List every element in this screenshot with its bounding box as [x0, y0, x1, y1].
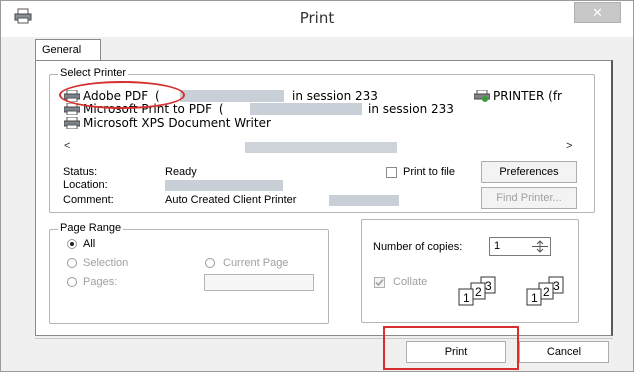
printer-item-network-printer[interactable]: PRINTER (fr [474, 89, 562, 103]
network-printer-icon [474, 90, 490, 102]
printer-session: in session 233 [292, 89, 378, 103]
highlight-oval [59, 81, 185, 109]
radio-all-label: All [83, 238, 96, 250]
printer-prefix: ( [218, 102, 224, 116]
highlight-rectangle [383, 326, 519, 370]
preferences-button[interactable]: Preferences [481, 161, 577, 183]
copies-value: 1 [494, 240, 501, 252]
location-label: Location: [63, 179, 108, 191]
svg-text:1: 1 [463, 291, 470, 305]
copies-spinner[interactable]: 1 [489, 237, 551, 256]
status-label: Status: [63, 166, 98, 178]
scroll-thumb[interactable] [245, 142, 397, 153]
redacted-comment [329, 195, 399, 206]
collate-pages-icon: 1 2 3 [458, 276, 496, 306]
printer-icon [64, 117, 80, 129]
pages-input[interactable] [204, 274, 314, 291]
page-range-label: Page Range [58, 222, 124, 234]
printer-session: in session 233 [368, 102, 454, 116]
tab-general[interactable]: General [35, 39, 101, 61]
radio-selection[interactable] [67, 258, 77, 268]
redacted-text [180, 90, 284, 102]
window-title: Print [299, 9, 335, 27]
comment-label: Comment: [63, 194, 114, 206]
svg-text:3: 3 [485, 279, 492, 293]
close-button[interactable]: ✕ [574, 2, 621, 23]
radio-pages-label: Pages: [83, 276, 118, 288]
radio-current-page[interactable] [205, 258, 215, 268]
divider [35, 338, 613, 339]
svg-text:3: 3 [553, 279, 560, 293]
find-printer-button[interactable]: Find Printer... [481, 187, 577, 209]
redacted-text [250, 103, 362, 115]
printer-name: Microsoft XPS Document Writer [83, 116, 271, 130]
printer-item-microsoft-xps[interactable]: Microsoft XPS Document Writer [64, 116, 271, 130]
comment-value: Auto Created Client Printer [165, 194, 297, 206]
spinner-arrows-icon[interactable] [532, 239, 548, 254]
cancel-button[interactable]: Cancel [519, 341, 609, 363]
number-of-copies-label: Number of copies: [373, 241, 463, 253]
redacted-location [165, 180, 283, 191]
checkmark-icon [375, 279, 384, 287]
print-to-file-label: Print to file [403, 166, 455, 178]
horizontal-scrollbar[interactable]: < > [60, 140, 582, 154]
collate-pages-icon: 1 2 3 [526, 276, 564, 306]
select-printer-label: Select Printer [58, 67, 129, 79]
svg-text:1: 1 [531, 291, 538, 305]
print-dialog: Print ✕ General Select Printer Adobe PDF… [0, 0, 634, 372]
radio-pages[interactable] [67, 277, 77, 287]
svg-text:2: 2 [475, 285, 482, 299]
status-value: Ready [165, 166, 197, 178]
scroll-right-arrow[interactable]: > [566, 140, 572, 152]
radio-current-page-label: Current Page [223, 257, 289, 269]
collate-label: Collate [393, 276, 428, 288]
title-bar: Print ✕ [1, 1, 633, 37]
printer-name: PRINTER (fr [493, 89, 562, 103]
scroll-left-arrow[interactable]: < [64, 140, 70, 152]
svg-text:2: 2 [543, 285, 550, 299]
radio-all[interactable] [67, 239, 77, 249]
collate-checkbox[interactable] [374, 277, 385, 288]
radio-selection-label: Selection [83, 257, 129, 269]
print-to-file-checkbox[interactable] [386, 167, 397, 178]
